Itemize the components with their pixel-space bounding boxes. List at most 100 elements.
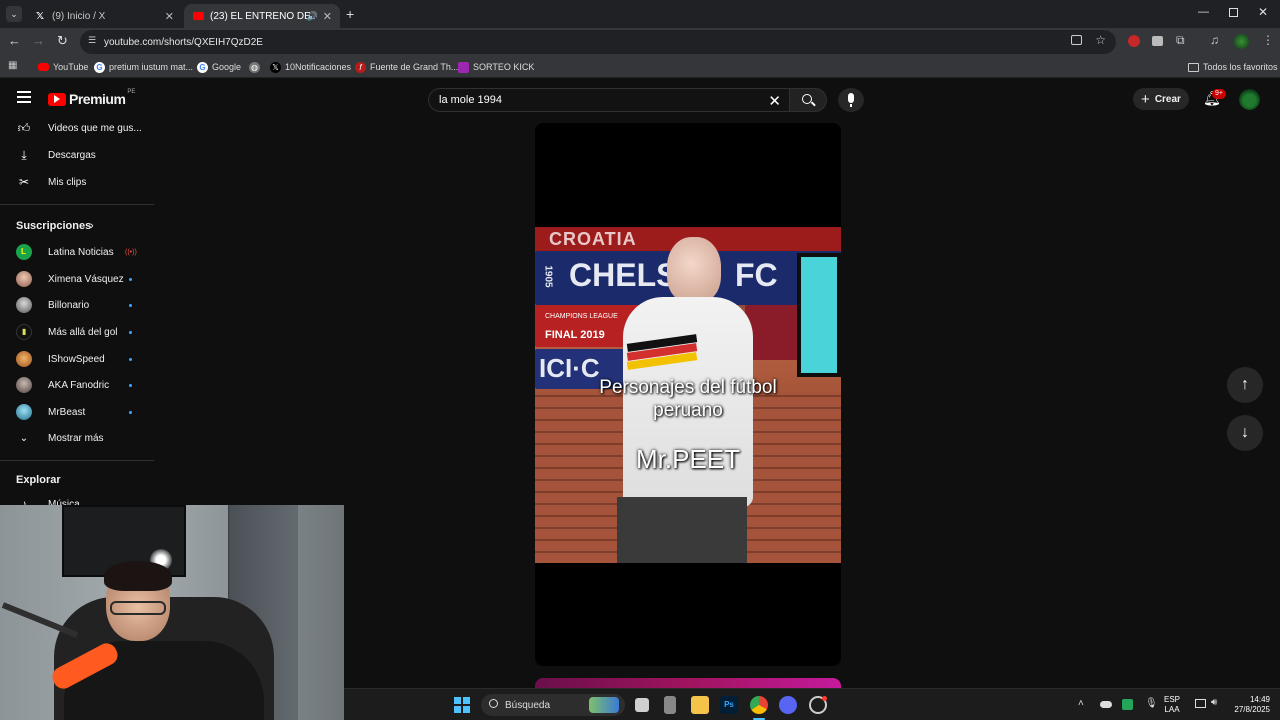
bookmark-youtube[interactable]: YouTube — [38, 60, 88, 74]
microphone-tray-icon[interactable]: 🎙︎ — [1145, 698, 1158, 709]
sidebar-item-subscription[interactable]: AKA Fanodric — [0, 373, 154, 397]
sidebar-item-subscription[interactable]: L Latina Noticias ((•)) — [0, 240, 154, 264]
browser-tab-x[interactable]: 𝕏 (9) Inicio / X ✕ — [26, 4, 182, 28]
search-input[interactable]: la mole 1994 ✕ — [428, 88, 790, 112]
reload-icon[interactable]: ↻ — [57, 33, 68, 49]
bookmark-sorteo-kick[interactable]: SORTEO KICK — [458, 60, 534, 74]
new-content-dot — [129, 330, 132, 334]
chrome-icon[interactable] — [750, 696, 768, 714]
bookmark-pretium[interactable]: G pretium iustum mat... — [94, 60, 193, 74]
short-video-frame[interactable]: CROATIA CHELS FC 1905 CHAMPIONS LEAGUE F… — [535, 227, 841, 563]
new-content-dot — [129, 410, 132, 414]
task-view-icon[interactable] — [635, 698, 649, 712]
avatar — [16, 271, 32, 287]
sidebar-item-clips[interactable]: ✂ Mis clips — [0, 170, 154, 194]
forward-icon[interactable]: → — [32, 33, 45, 48]
bookmark-fuente[interactable]: f Fuente de Grand Th... — [355, 60, 458, 74]
file-explorer-icon[interactable] — [691, 696, 709, 714]
subscriptions-header[interactable]: Suscripciones › — [0, 214, 154, 238]
clear-search-icon[interactable]: ✕ — [768, 92, 781, 110]
new-tab-button[interactable]: + — [346, 6, 354, 22]
bookmark-google[interactable]: G Google — [197, 60, 241, 74]
person-head — [667, 237, 721, 303]
onedrive-icon[interactable] — [1100, 701, 1112, 708]
thumbs-up-icon: 👍︎ — [17, 120, 31, 135]
new-content-dot — [129, 277, 132, 281]
restore-icon[interactable] — [1229, 8, 1238, 17]
new-content-dot — [129, 383, 132, 387]
webcam-overlay — [0, 505, 344, 720]
create-button[interactable]: + Crear — [1133, 88, 1189, 110]
browser-tab-youtube[interactable]: (23) EL ENTRENO DE LA RO 🔊 ✕ — [184, 4, 340, 28]
site-info-icon[interactable]: ☰ — [88, 35, 96, 46]
network-icon[interactable] — [1195, 699, 1206, 708]
language-indicator[interactable]: ESP LAA — [1164, 695, 1180, 715]
account-avatar[interactable] — [1239, 89, 1260, 110]
extensions-puzzle-icon[interactable]: ⧉ — [1176, 33, 1185, 48]
close-tab-icon[interactable]: ✕ — [323, 10, 332, 23]
arrow-down-icon: ↓ — [1241, 424, 1249, 441]
minimize-icon[interactable]: — — [1198, 6, 1209, 18]
previous-short-button[interactable]: ↑ — [1227, 367, 1263, 403]
tab-search-button[interactable]: ⌄ — [6, 6, 22, 22]
bookmark-star-icon[interactable]: ☆ — [1095, 33, 1106, 47]
volume-icon[interactable]: 🔊︎ — [1211, 697, 1217, 708]
short-overlay-title: Personajes del fútbol — [599, 377, 777, 398]
taskbar-search[interactable]: Búsqueda — [481, 694, 625, 716]
discord-icon[interactable] — [779, 696, 797, 714]
bookmark-globe[interactable]: ◍ — [249, 60, 264, 74]
explore-header: Explorar — [0, 468, 154, 492]
voice-search-button[interactable] — [838, 88, 864, 112]
clock[interactable]: 14:49 27/8/2025 — [1228, 695, 1270, 715]
download-icon: ⤓ — [21, 147, 27, 162]
next-short-button[interactable]: ↓ — [1227, 415, 1263, 451]
bookmark-10notificaciones[interactable]: 𝕏 10Notificaciones — [270, 60, 351, 74]
sidebar-item-subscription[interactable]: IShowSpeed — [0, 347, 154, 371]
profile-avatar[interactable] — [1234, 34, 1249, 49]
bookmark-label: Google — [212, 62, 242, 72]
shorts-player[interactable]: CROATIA CHELS FC 1905 CHAMPIONS LEAGUE F… — [535, 123, 841, 666]
search-button[interactable] — [789, 88, 827, 112]
sidebar-item-label: Videos que me gus... — [48, 122, 142, 134]
divider — [0, 460, 154, 461]
sidebar-item-label: Billonario — [48, 299, 90, 311]
photoshop-icon[interactable]: Ps — [720, 696, 738, 714]
all-bookmarks-folder[interactable]: Todos los favoritos — [1188, 60, 1278, 74]
extension-icon[interactable] — [1152, 36, 1163, 46]
x-icon: 𝕏 — [35, 10, 45, 22]
apps-grid-icon[interactable]: ▦ — [8, 60, 17, 71]
close-window-icon[interactable]: ✕ — [1258, 5, 1268, 19]
google-icon: G — [94, 61, 105, 73]
sidebar-item-subscription[interactable]: ▮ Más allá del gol — [0, 320, 154, 344]
address-bar[interactable]: ☰ youtube.com/shorts/QXEIH7QzD2E ☆ — [80, 30, 1116, 54]
sidebar-show-more[interactable]: ⌄ Mostrar más — [0, 426, 154, 450]
youtube-premium-logo[interactable]: Premium PE — [48, 89, 135, 107]
avatar — [16, 377, 32, 393]
hamburger-menu-icon[interactable] — [17, 91, 31, 103]
taskbar-app-icon[interactable] — [664, 696, 676, 714]
section-title: Explorar — [16, 474, 61, 486]
chrome-menu-icon[interactable]: ⋮ — [1262, 33, 1274, 47]
install-app-icon[interactable] — [1071, 35, 1082, 45]
sidebar-item-subscription[interactable]: MrBeast — [0, 400, 154, 424]
close-tab-icon[interactable]: ✕ — [165, 10, 174, 23]
sidebar-item-downloads[interactable]: ⤓ Descargas — [0, 143, 154, 167]
bookmark-label: pretium iustum mat... — [109, 62, 194, 72]
sidebar-item-liked-videos[interactable]: 👍︎ Videos que me gus... — [0, 116, 154, 140]
search-icon — [489, 699, 498, 708]
media-control-icon[interactable]: ♫ — [1210, 33, 1219, 47]
back-icon[interactable]: ← — [8, 33, 21, 48]
sidebar-item-subscription[interactable]: Billonario — [0, 293, 154, 317]
speaker-icon[interactable]: 🔊 — [307, 11, 318, 22]
windows-start-icon[interactable] — [454, 697, 470, 713]
chevron-down-icon: ⌄ — [19, 432, 29, 444]
extension-icon[interactable] — [1128, 35, 1140, 47]
divider — [0, 204, 154, 205]
sidebar-item-subscription[interactable]: Ximena Vásquez — [0, 267, 154, 291]
font-icon: f — [355, 61, 366, 73]
tray-app-icon[interactable] — [1122, 699, 1133, 710]
sidebar-item-label: Latina Noticias — [48, 246, 114, 258]
tray-chevron-icon[interactable]: ˄ — [1078, 698, 1084, 709]
youtube-icon — [192, 10, 204, 22]
scarf-text: CHAMPIONS LEAGUE — [545, 313, 618, 320]
